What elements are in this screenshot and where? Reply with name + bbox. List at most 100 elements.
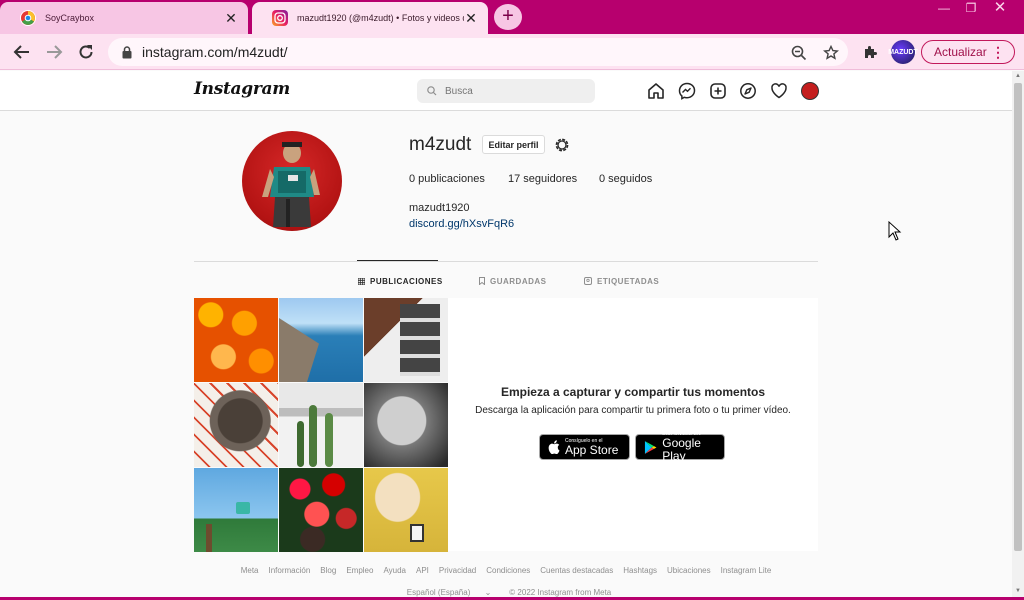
puzzle-icon xyxy=(865,46,877,58)
arrow-right-icon xyxy=(47,45,63,59)
footer-link-api[interactable]: API xyxy=(416,566,429,575)
close-tab-icon[interactable]: ✕ xyxy=(224,10,238,27)
promo-subtitle: Descarga la aplicación para compartir tu… xyxy=(475,405,791,416)
footer-link-blog[interactable]: Blog xyxy=(320,566,336,575)
zoom-icon[interactable] xyxy=(791,45,807,61)
browser-profile-avatar[interactable]: MAZUDT xyxy=(888,40,918,64)
footer-link-ayuda[interactable]: Ayuda xyxy=(383,566,406,575)
url-text: instagram.com/m4zudt/ xyxy=(142,44,288,60)
sample-photo-grid xyxy=(194,298,448,552)
photo-dog xyxy=(194,383,278,467)
avatar-figure xyxy=(262,142,320,227)
empty-state-promo: Empieza a capturar y compartir tus momen… xyxy=(448,298,818,551)
app-store-button[interactable]: Consíguelo en el App Store xyxy=(539,434,630,460)
footer-link-instagram-lite[interactable]: Instagram Lite xyxy=(721,566,772,575)
photo-photobooth xyxy=(364,298,448,382)
browser-tab-instagram[interactable]: mazudt1920 (@m4zudt) • Fotos y videos de… xyxy=(252,2,488,34)
minimize-icon[interactable]: — xyxy=(930,0,958,18)
gear-icon[interactable] xyxy=(554,137,570,153)
footer-links: Meta Información Blog Empleo Ayuda API P… xyxy=(0,566,1012,575)
restore-icon[interactable]: ❐ xyxy=(957,0,985,18)
chevron-down-icon: ⌄ xyxy=(484,588,492,597)
mouse-cursor-icon xyxy=(888,221,902,241)
bookmark-star-icon[interactable] xyxy=(823,45,839,61)
scrollbar-thumb[interactable] xyxy=(1014,83,1022,551)
google-play-big-text: Google Play xyxy=(662,436,701,463)
new-post-icon[interactable] xyxy=(708,81,728,101)
update-button[interactable]: Actualizar ⋮ xyxy=(921,40,1015,64)
explore-icon[interactable] xyxy=(738,81,758,101)
scroll-up-icon[interactable]: ▲ xyxy=(1015,73,1021,79)
followers-count[interactable]: 17 seguidores xyxy=(508,173,577,185)
scroll-down-icon[interactable]: ▼ xyxy=(1015,588,1021,594)
footer-bottom: Español (España) ⌄ © 2022 Instagram from… xyxy=(0,588,1012,597)
new-tab-button[interactable]: + xyxy=(494,4,522,30)
language-label: Español (España) xyxy=(406,588,471,597)
menu-dots-icon[interactable]: ⋮ xyxy=(991,44,1005,60)
tab-guardadas[interactable]: GUARDADAS xyxy=(479,274,547,288)
extensions-button[interactable] xyxy=(860,41,882,63)
tab-label: ETIQUETADAS xyxy=(597,276,660,286)
heart-icon[interactable] xyxy=(769,81,789,101)
photo-cat xyxy=(364,468,448,552)
search-box[interactable] xyxy=(417,79,595,103)
edit-profile-button[interactable]: Editar perfil xyxy=(482,135,545,154)
close-tab-icon[interactable]: ✕ xyxy=(464,10,478,27)
photo-cactus xyxy=(279,383,363,467)
profile-picture[interactable] xyxy=(242,131,342,231)
tab-etiquetadas[interactable]: ETIQUETADAS xyxy=(584,274,659,288)
chrome-favicon-icon xyxy=(20,10,36,26)
reload-button[interactable] xyxy=(74,40,98,64)
footer-link-informacion[interactable]: Información xyxy=(269,566,311,575)
reload-icon xyxy=(79,45,93,59)
bookmark-icon xyxy=(479,277,485,285)
photo-oranges xyxy=(194,298,278,382)
footer-link-cuentas-destacadas[interactable]: Cuentas destacadas xyxy=(540,566,613,575)
instagram-logo[interactable]: Instagram xyxy=(194,79,290,99)
google-play-icon xyxy=(644,440,657,454)
footer-link-empleo[interactable]: Empleo xyxy=(346,566,373,575)
footer-link-privacidad[interactable]: Privacidad xyxy=(439,566,476,575)
profile-full-name: mazudt1920 xyxy=(409,202,470,214)
back-button[interactable] xyxy=(10,40,34,64)
tag-icon xyxy=(584,277,592,285)
browser-toolbar: instagram.com/m4zudt/ MAZUDT Actualizar … xyxy=(0,34,1024,70)
photo-coast xyxy=(279,298,363,382)
tab-publicaciones[interactable]: PUBLICACIONES xyxy=(358,274,443,288)
language-selector[interactable]: Español (España) ⌄ xyxy=(401,588,498,597)
forward-button[interactable] xyxy=(42,40,66,64)
posts-count: 0 publicaciones xyxy=(409,173,485,185)
profile-username: m4zudt xyxy=(409,134,472,155)
address-bar[interactable]: instagram.com/m4zudt/ xyxy=(108,38,848,66)
messenger-icon[interactable] xyxy=(677,81,697,101)
tab-strip: SoyCraybox ✕ mazudt1920 (@m4zudt) • Foto… xyxy=(0,0,1024,34)
browser-tab-soycraybox[interactable]: SoyCraybox ✕ xyxy=(0,2,248,34)
photo-baby xyxy=(364,383,448,467)
footer-link-condiciones[interactable]: Condiciones xyxy=(486,566,530,575)
footer-link-hashtags[interactable]: Hashtags xyxy=(623,566,657,575)
tab-title: SoyCraybox xyxy=(45,13,95,23)
grid-icon xyxy=(358,277,365,285)
apple-icon xyxy=(548,440,560,454)
app-store-big-text: App Store xyxy=(565,442,619,457)
page-scrollbar[interactable]: ▲ ▼ xyxy=(1012,71,1024,600)
search-input[interactable] xyxy=(445,85,585,97)
profile-link[interactable]: discord.gg/hXsvFqR6 xyxy=(409,218,514,230)
close-window-icon[interactable]: ✕ xyxy=(986,0,1014,18)
footer-link-ubicaciones[interactable]: Ubicaciones xyxy=(667,566,711,575)
lock-icon xyxy=(122,45,132,58)
google-play-button[interactable]: DISPONIBLE EN Google Play xyxy=(635,431,725,463)
footer-link-meta[interactable]: Meta xyxy=(241,566,259,575)
home-icon[interactable] xyxy=(646,81,666,101)
profile-menu-avatar[interactable] xyxy=(801,82,819,100)
tabs-divider xyxy=(194,261,818,262)
promo-title: Empieza a capturar y compartir tus momen… xyxy=(500,385,766,399)
update-label: Actualizar xyxy=(934,45,987,59)
tab-title: mazudt1920 (@m4zudt) • Fotos y videos de xyxy=(297,13,464,23)
instagram-favicon-icon xyxy=(272,10,288,26)
photo-red-flowers xyxy=(279,468,363,552)
tab-label: GUARDADAS xyxy=(490,276,547,286)
following-count[interactable]: 0 seguidos xyxy=(599,173,652,185)
arrow-left-icon xyxy=(13,45,29,59)
tab-label: PUBLICACIONES xyxy=(370,276,443,286)
